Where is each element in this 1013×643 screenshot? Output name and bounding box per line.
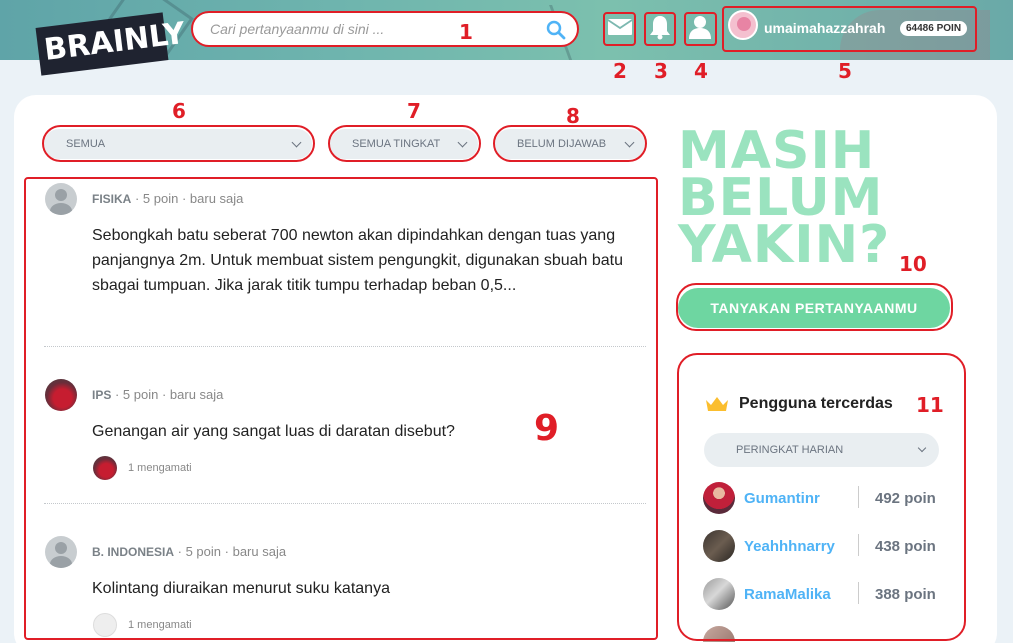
user-menu[interactable]: umaimahazzahrah 64486 POIN — [722, 6, 977, 52]
chevron-down-icon — [624, 137, 635, 148]
divider — [858, 534, 859, 556]
avatar[interactable] — [728, 10, 758, 40]
leaderboard-row[interactable]: Yeahhhnarry 438 poin — [703, 530, 943, 564]
question-meta: B. INDONESIA · 5 poin · baru saja — [92, 544, 287, 559]
question-text[interactable]: Sebongkah batu seberat 700 newton akan d… — [92, 223, 652, 298]
notifications-button[interactable] — [644, 12, 676, 46]
question-points: 5 poin — [185, 544, 222, 559]
divider — [44, 346, 646, 347]
question-time: baru saja — [232, 544, 287, 559]
annotation-number: 8 — [566, 104, 580, 128]
leaderboard-row[interactable]: Gumantinr 492 poin — [703, 482, 943, 516]
level-filter-value: SEMUA TINGKAT — [352, 138, 441, 150]
watchers-count: 1 mengamati — [128, 619, 192, 631]
watcher-avatar[interactable] — [93, 613, 117, 637]
points-badge: 64486 POIN — [900, 21, 968, 36]
annotation-number: 4 — [694, 59, 708, 83]
chevron-down-icon — [291, 137, 302, 148]
leaderboard-username[interactable]: Gumantinr — [744, 490, 820, 507]
question-meta: IPS · 5 poin · baru saja — [92, 387, 224, 402]
leaderboard-points: 492 poin — [875, 490, 936, 507]
question-points: 5 poin — [122, 387, 159, 402]
question-points: 5 poin — [142, 191, 179, 206]
annotation-number: 1 — [459, 20, 473, 44]
annotation-number: 10 — [899, 252, 927, 276]
subject-filter-dropdown[interactable]: SEMUA — [44, 129, 312, 159]
annotation-number: 9 — [534, 408, 560, 449]
question-time: baru saja — [169, 387, 224, 402]
avatar[interactable] — [703, 530, 735, 562]
subject-filter-value: SEMUA — [66, 138, 106, 150]
leaderboard-title: Pengguna tercerdas — [739, 395, 893, 412]
avatar[interactable] — [703, 626, 735, 642]
annotation-number: 5 — [838, 59, 852, 83]
question-item[interactable]: FISIKA · 5 poin · baru saja Sebongkah ba… — [45, 183, 645, 333]
question-meta: FISIKA · 5 poin · baru saja — [92, 191, 244, 206]
leaderboard-row[interactable]: RamaMalika 388 poin — [703, 578, 943, 612]
user-icon — [688, 14, 712, 45]
divider — [44, 503, 646, 504]
annotation-number: 3 — [654, 59, 668, 83]
leaderboard-points: 438 poin — [875, 538, 936, 555]
status-filter-dropdown[interactable]: BELUM DIJAWAB — [495, 129, 645, 159]
leaderboard-username[interactable]: RamaMalika — [744, 586, 831, 603]
search-bar[interactable] — [192, 13, 578, 46]
annotation-number: 7 — [407, 99, 421, 123]
leaderboard-row[interactable] — [703, 626, 943, 642]
headline: MASIH BELUM YAKIN? — [678, 125, 891, 275]
search-input[interactable] — [210, 21, 530, 37]
question-subject[interactable]: FISIKA — [92, 192, 131, 206]
leaderboard-points: 388 poin — [875, 586, 936, 603]
avatar[interactable] — [45, 183, 77, 215]
chevron-down-icon — [457, 137, 468, 148]
messages-button[interactable] — [604, 12, 636, 46]
question-text[interactable]: Genangan air yang sangat luas di daratan… — [92, 419, 652, 444]
question-subject[interactable]: IPS — [92, 388, 111, 402]
avatar[interactable] — [703, 578, 735, 610]
question-item[interactable]: B. INDONESIA · 5 poin · baru saja Kolint… — [45, 536, 645, 641]
ask-question-button[interactable]: TANYAKAN PERTANYAANMU — [678, 288, 950, 328]
annotation-number: 6 — [172, 99, 186, 123]
leaderboard-username[interactable]: Yeahhhnarry — [744, 538, 835, 555]
headline-line: YAKIN? — [678, 215, 891, 275]
profile-button[interactable] — [684, 12, 716, 46]
leaderboard-period-value: PERINGKAT HARIAN — [736, 444, 844, 456]
search-icon[interactable] — [546, 20, 566, 45]
avatar[interactable] — [45, 379, 77, 411]
watcher-avatar[interactable] — [93, 456, 117, 480]
question-text[interactable]: Kolintang diuraikan menurut suku katanya — [92, 576, 652, 601]
watchers-count: 1 mengamati — [128, 462, 192, 474]
divider — [858, 582, 859, 604]
level-filter-dropdown[interactable]: SEMUA TINGKAT — [330, 129, 478, 159]
envelope-icon — [607, 17, 633, 42]
chevron-down-icon — [917, 443, 927, 453]
annotation-number: 11 — [916, 393, 944, 417]
leaderboard-period-dropdown[interactable]: PERINGKAT HARIAN — [704, 433, 939, 467]
username[interactable]: umaimahazzahrah — [764, 20, 885, 36]
crown-icon — [705, 395, 729, 418]
avatar[interactable] — [703, 482, 735, 514]
annotation-number: 2 — [613, 59, 627, 83]
avatar[interactable] — [45, 536, 77, 568]
divider — [858, 486, 859, 508]
status-filter-value: BELUM DIJAWAB — [517, 138, 607, 150]
bell-icon — [649, 14, 671, 45]
question-subject[interactable]: B. INDONESIA — [92, 545, 174, 559]
question-time: baru saja — [189, 191, 244, 206]
